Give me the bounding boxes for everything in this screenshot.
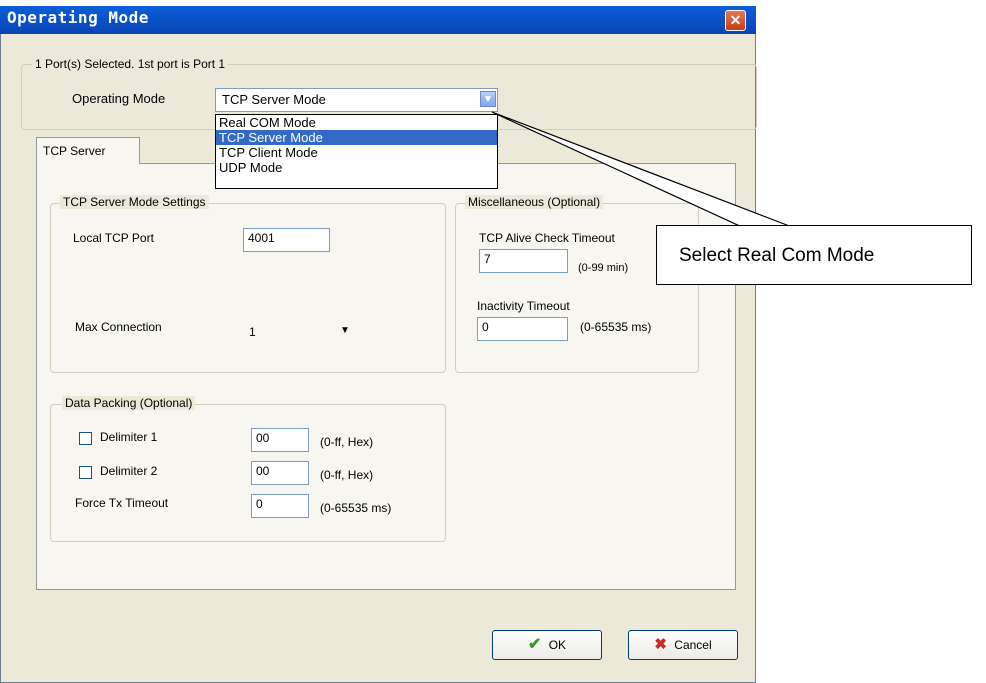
callout-pointer [491,111,793,228]
callout-text: Select Real Com Mode [679,245,875,266]
callout-box: Select Real Com Mode [656,225,972,285]
callout-pointer-shape [491,111,793,228]
